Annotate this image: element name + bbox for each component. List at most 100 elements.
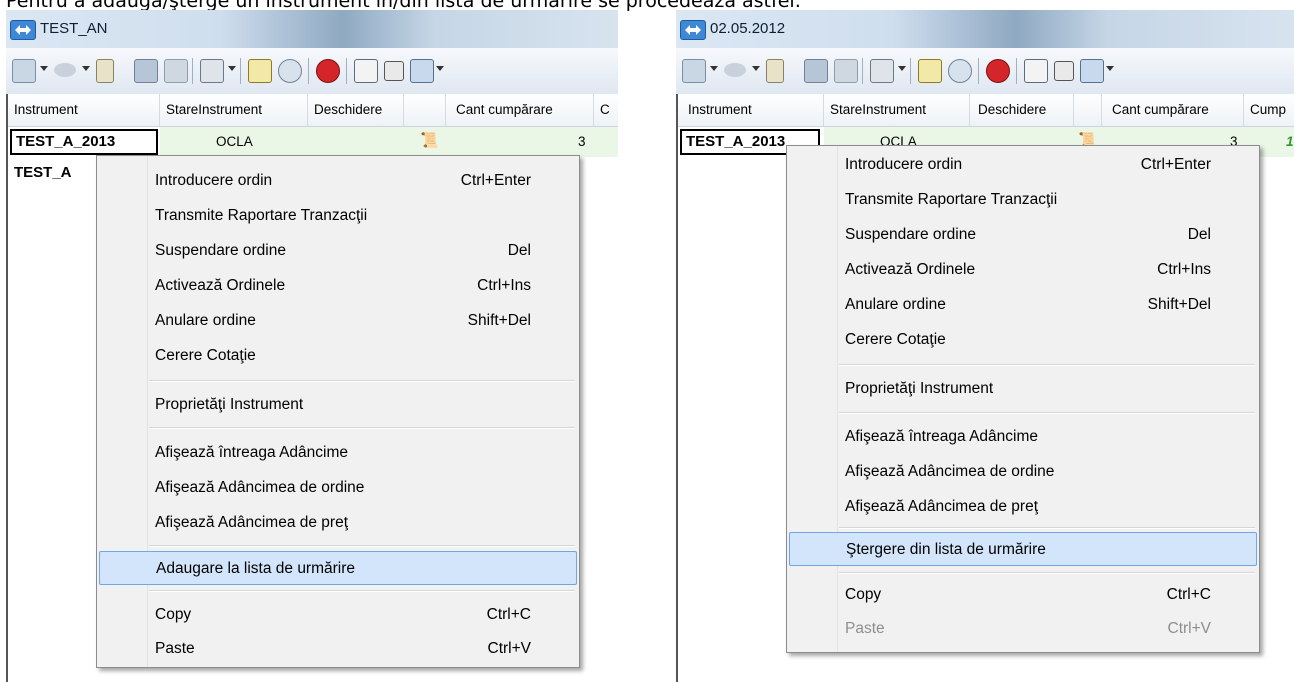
- menu-item-activeaza-ordinele[interactable]: Activează Ordinele Ctrl+Ins: [99, 269, 577, 303]
- menu-item-copy[interactable]: Copy Ctrl+C: [99, 598, 577, 632]
- add-window-icon[interactable]: [134, 59, 158, 83]
- context-menu: Introducere ordin Ctrl+Enter Transmite Ra…: [786, 145, 1260, 653]
- dropdown-arrow-icon[interactable]: [710, 66, 718, 71]
- edit-icon[interactable]: [354, 59, 378, 83]
- scroll-icon[interactable]: [766, 59, 784, 83]
- menu-item-label: Proprietăţi Instrument: [155, 396, 304, 413]
- columns-icon[interactable]: [918, 59, 942, 83]
- menu-item-anulare-ordine[interactable]: Anulare ordine Shift+Del: [99, 304, 577, 338]
- col-header-deschidere[interactable]: Deschidere: [308, 94, 404, 126]
- col-header-stare[interactable]: StareInstrument: [160, 94, 308, 126]
- menu-item-label: Transmite Raportare Tranzacţii: [155, 207, 368, 224]
- chat-icon[interactable]: [278, 59, 302, 83]
- menu-item-shortcut: Ctrl+C: [1166, 586, 1211, 603]
- toolbar-separator: [346, 58, 347, 84]
- col-header-cant-cumparare[interactable]: Cant cumpărare: [1102, 94, 1244, 126]
- add-window-icon[interactable]: [804, 59, 828, 83]
- col-header-stare[interactable]: StareInstrument: [824, 94, 970, 126]
- menu-item-label: Copy: [155, 606, 192, 623]
- menu-item-afiseaza-adancimea-pret[interactable]: Afişează Adâncimea de preţ: [789, 490, 1257, 524]
- col-header-instrument[interactable]: Instrument: [678, 94, 824, 126]
- col-header-blank[interactable]: [404, 94, 446, 126]
- menu-item-label: Copy: [845, 586, 882, 603]
- col-header-deschidere[interactable]: Deschidere: [970, 94, 1074, 126]
- help-icon[interactable]: [410, 59, 434, 83]
- menu-item-cerere-cotatie[interactable]: Cerere Cotaţie: [789, 323, 1257, 357]
- menu-separator: [149, 380, 575, 382]
- toolbar: [676, 48, 1294, 95]
- menu-item-suspendare-ordine[interactable]: Suspendare ordine Del: [99, 234, 577, 268]
- zoom-icon[interactable]: [682, 59, 706, 83]
- menu-item-shortcut: Ctrl+Ins: [1157, 261, 1211, 278]
- menu-item-anulare-ordine[interactable]: Anulare ordine Shift+Del: [789, 288, 1257, 322]
- table-row[interactable]: TEST_A_2013 OCLA 📜 3: [8, 127, 618, 157]
- zoom-icon[interactable]: [12, 59, 36, 83]
- e-icon[interactable]: [384, 61, 404, 81]
- scroll-icon[interactable]: [96, 59, 114, 83]
- dropdown-arrow-icon[interactable]: [898, 66, 906, 71]
- toolbar-separator: [240, 58, 241, 84]
- toolbar-separator: [862, 58, 863, 84]
- help-icon[interactable]: [1080, 59, 1104, 83]
- columns-icon[interactable]: [248, 59, 272, 83]
- instrument-cell[interactable]: TEST_A_2013: [10, 129, 158, 155]
- remove-window-icon[interactable]: [834, 59, 858, 83]
- menu-item-copy[interactable]: Copy Ctrl+C: [789, 578, 1257, 612]
- menu-item-stergere-lista-urmarire[interactable]: Ştergere din lista de urmărire: [789, 532, 1257, 566]
- menu-item-afiseaza-adancimea-ordine[interactable]: Afişează Adâncimea de ordine: [789, 455, 1257, 489]
- edit-icon[interactable]: [1024, 59, 1048, 83]
- menu-item-proprietati-instrument[interactable]: Proprietăţi Instrument: [99, 388, 577, 422]
- menu-item-shortcut: Del: [507, 242, 531, 259]
- menu-item-paste[interactable]: Paste Ctrl+V: [99, 632, 577, 666]
- col-header-cump[interactable]: Cump: [1244, 94, 1294, 126]
- menu-item-cerere-cotatie[interactable]: Cerere Cotaţie: [99, 339, 577, 373]
- clock-icon[interactable]: [200, 59, 224, 83]
- menu-item-afiseaza-adancimea-pret[interactable]: Afişează Adâncimea de preţ: [99, 506, 577, 540]
- dropdown-arrow-icon[interactable]: [436, 66, 444, 71]
- menu-item-afiseaza-adancimea-ordine[interactable]: Afişează Adâncimea de ordine: [99, 471, 577, 505]
- stop-icon[interactable]: [986, 59, 1010, 83]
- dropdown-arrow-icon[interactable]: [40, 66, 48, 71]
- col-header-instrument[interactable]: Instrument: [8, 94, 160, 126]
- clock-icon[interactable]: [870, 59, 894, 83]
- menu-item-label: Cerere Cotaţie: [845, 331, 946, 348]
- menu-item-introducere-ordin[interactable]: Introducere ordin Ctrl+Enter: [789, 148, 1257, 182]
- dropdown-arrow-icon[interactable]: [752, 66, 760, 71]
- menu-separator: [149, 545, 575, 547]
- eye-icon[interactable]: [54, 63, 76, 77]
- dropdown-arrow-icon[interactable]: [1106, 66, 1114, 71]
- cump-cell: 1: [1286, 134, 1294, 149]
- menu-item-activeaza-ordinele[interactable]: Activează Ordinele Ctrl+Ins: [789, 253, 1257, 287]
- col-header-cant-cumparare[interactable]: Cant cumpărare: [446, 94, 594, 126]
- menu-item-suspendare-ordine[interactable]: Suspendare ordine Del: [789, 218, 1257, 252]
- stop-icon[interactable]: [316, 59, 340, 83]
- toolbar-separator: [910, 58, 911, 84]
- menu-item-afiseaza-intreaga-adancime[interactable]: Afişează întreaga Adâncime: [789, 420, 1257, 454]
- menu-separator: [839, 527, 1255, 529]
- dropdown-arrow-icon[interactable]: [82, 66, 90, 71]
- instrument-cell[interactable]: TEST_A: [10, 160, 102, 186]
- remove-window-icon[interactable]: [164, 59, 188, 83]
- menu-item-afiseaza-intreaga-adancime[interactable]: Afişează întreaga Adâncime: [99, 436, 577, 470]
- e-icon[interactable]: [1054, 61, 1074, 81]
- eye-icon[interactable]: [724, 63, 746, 77]
- menu-item-transmite-raportare[interactable]: Transmite Raportare Tranzacţii: [789, 183, 1257, 217]
- menu-item-proprietati-instrument[interactable]: Proprietăţi Instrument: [789, 372, 1257, 406]
- grid-header: Instrument StareInstrument Deschidere Ca…: [8, 94, 618, 127]
- menu-item-introducere-ordin[interactable]: Introducere ordin Ctrl+Enter: [99, 164, 577, 198]
- col-header-c[interactable]: C: [594, 94, 618, 126]
- menu-item-label: Afişează Adâncimea de ordine: [155, 479, 365, 496]
- menu-item-label: Paste: [155, 640, 195, 657]
- menu-item-shortcut: Ctrl+Enter: [460, 172, 531, 189]
- col-header-blank[interactable]: [1074, 94, 1102, 126]
- menu-separator: [839, 412, 1255, 414]
- menu-item-label: Cerere Cotaţie: [155, 347, 256, 364]
- chat-icon[interactable]: [948, 59, 972, 83]
- menu-item-transmite-raportare[interactable]: Transmite Raportare Tranzacţii: [99, 199, 577, 233]
- menu-separator: [839, 364, 1255, 366]
- menu-item-adaugare-lista-urmarire[interactable]: Adaugare la lista de urmărire: [99, 551, 577, 585]
- dropdown-arrow-icon[interactable]: [228, 66, 236, 71]
- menu-item-label: Introducere ordin: [155, 172, 273, 189]
- stare-cell: OCLA: [216, 134, 253, 149]
- menu-item-label: Suspendare ordine: [155, 242, 286, 259]
